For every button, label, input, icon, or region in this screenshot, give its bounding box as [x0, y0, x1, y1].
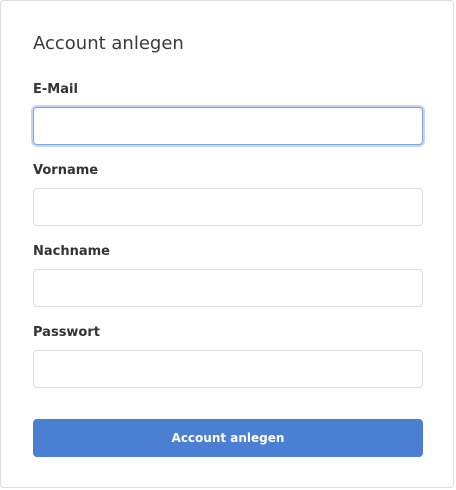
- firstname-label: Vorname: [33, 163, 99, 178]
- signup-form-card: Account anlegen E-Mail Vorname Nachname …: [0, 0, 454, 488]
- lastname-field[interactable]: [33, 269, 423, 307]
- lastname-label: Nachname: [33, 244, 111, 259]
- email-label: E-Mail: [33, 82, 78, 97]
- password-field[interactable]: [33, 350, 423, 388]
- form-title: Account anlegen: [33, 33, 184, 54]
- password-label: Passwort: [33, 325, 100, 340]
- create-account-button[interactable]: Account anlegen: [33, 419, 423, 457]
- email-field[interactable]: [33, 107, 423, 145]
- firstname-field[interactable]: [33, 188, 423, 226]
